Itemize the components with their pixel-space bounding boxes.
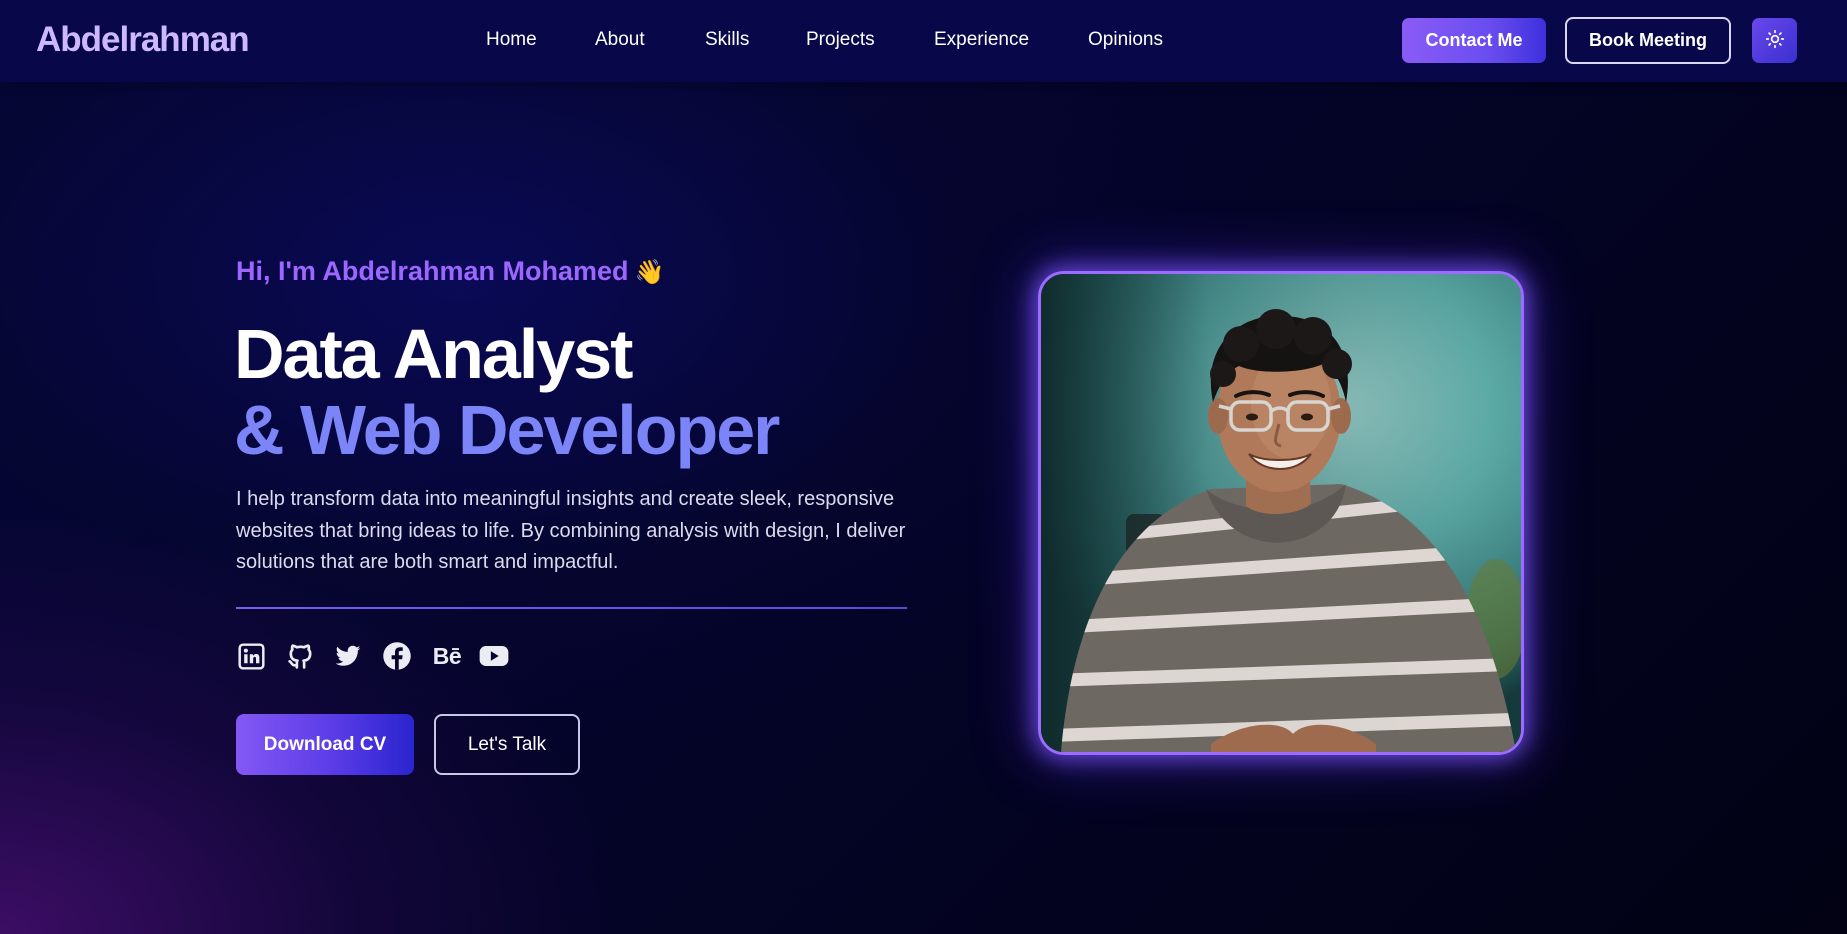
portrait-illustration	[1041, 274, 1521, 752]
facebook-icon[interactable]	[382, 641, 412, 671]
hero-title-line1: Data Analyst	[234, 315, 633, 393]
book-meeting-button[interactable]: Book Meeting	[1565, 17, 1731, 64]
behance-icon[interactable]: Bē	[430, 641, 464, 671]
nav-link-skills[interactable]: Skills	[705, 29, 749, 51]
nav-link-experience[interactable]: Experience	[934, 29, 1029, 51]
waving-hand-icon: 👋	[634, 258, 665, 286]
lets-talk-button[interactable]: Let's Talk	[434, 714, 580, 775]
behance-icon-label: Bē	[432, 642, 462, 669]
contact-me-button[interactable]: Contact Me	[1402, 18, 1546, 63]
youtube-icon[interactable]	[479, 641, 509, 671]
hero-greeting: Hi, I'm Abdelrahman Mohamed 👋	[236, 256, 664, 287]
nav-link-home[interactable]: Home	[486, 29, 537, 51]
profile-photo	[1038, 271, 1524, 755]
github-icon[interactable]	[285, 641, 315, 671]
hero-divider	[236, 607, 907, 609]
nav-link-about[interactable]: About	[595, 29, 645, 51]
sun-icon	[1765, 29, 1785, 52]
nav-link-projects[interactable]: Projects	[806, 29, 875, 51]
hero-title-line2: & Web Developer	[234, 391, 780, 469]
twitter-icon[interactable]	[333, 641, 363, 671]
navbar: Abdelrahman Home About Skills Projects E…	[0, 0, 1847, 82]
linkedin-icon[interactable]	[236, 641, 266, 671]
greeting-text: Hi, I'm Abdelrahman Mohamed	[236, 256, 629, 286]
download-cv-button[interactable]: Download CV	[236, 714, 414, 775]
hero-description: I help transform data into meaningful in…	[236, 488, 906, 573]
nav-link-opinions[interactable]: Opinions	[1088, 29, 1163, 51]
theme-toggle-button[interactable]	[1752, 18, 1797, 63]
